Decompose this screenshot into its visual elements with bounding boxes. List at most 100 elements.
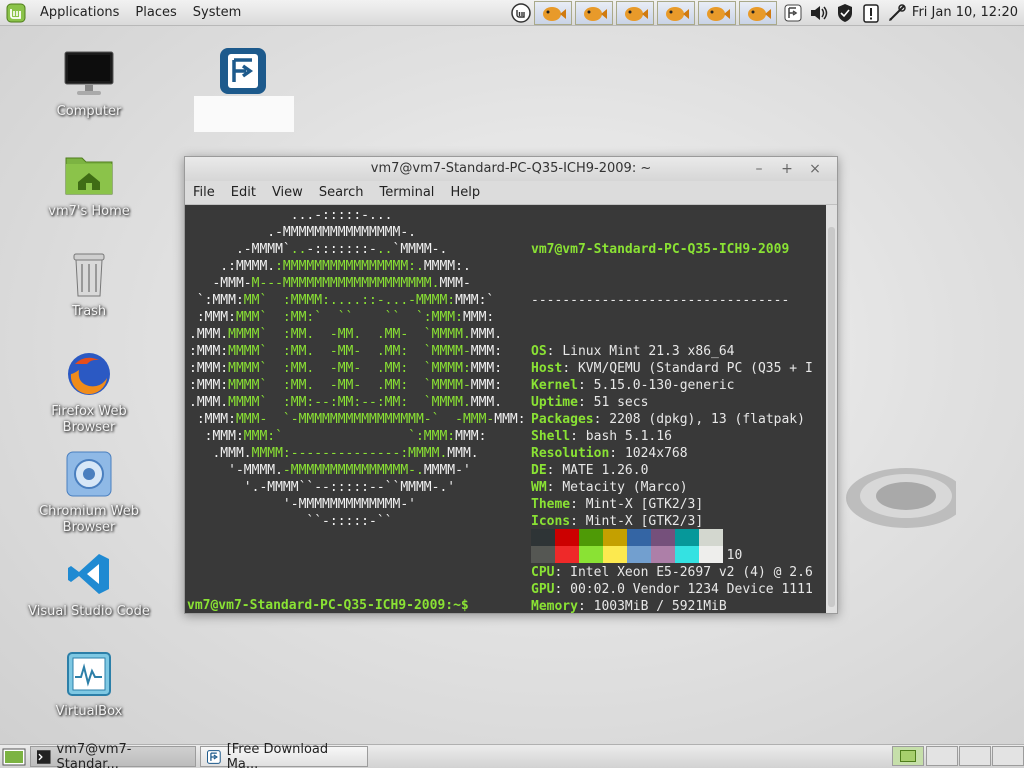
- desktop-icon-computer[interactable]: Computer: [24, 48, 154, 120]
- places-menu[interactable]: Places: [127, 0, 184, 26]
- desktop-icon-vscode[interactable]: Visual Studio Code: [24, 548, 154, 620]
- ascii-segment: MMMM` :MM. -MM- .MM: `MMMM-: [228, 378, 471, 393]
- terminal-window[interactable]: vm7@vm7-Standard-PC-Q35-ICH9-2009: ~ – +…: [184, 156, 838, 614]
- ascii-segment: .-MMMM`: [189, 242, 291, 257]
- network-icon[interactable]: [886, 2, 908, 24]
- desktop-icon-free-download-manager[interactable]: [194, 46, 294, 132]
- info-line: Theme: Mint-X [GTK2/3]: [531, 497, 704, 512]
- ascii-line: .:MMMM.:MMMMMMMMMMMMMMMM:.MMMM:.: [189, 258, 526, 275]
- fish-icon[interactable]: [575, 1, 613, 25]
- fish-icon[interactable]: [616, 1, 654, 25]
- maximize-button[interactable]: +: [773, 157, 801, 181]
- desktop-icon-virtualbox[interactable]: VirtualBox: [24, 648, 154, 720]
- terminal-icon: [37, 749, 51, 764]
- window-title: vm7@vm7-Standard-PC-Q35-ICH9-2009: ~: [370, 161, 652, 176]
- update-notice-icon[interactable]: [860, 2, 882, 24]
- ascii-line: .MMM.MMMM` :MM. -MM. .MM- `MMMM.MMM.: [189, 326, 526, 343]
- info-value: Mint-X [GTK2/3]: [585, 514, 704, 529]
- mint-logo-icon[interactable]: [6, 3, 26, 23]
- info-key: CPU: [531, 565, 555, 580]
- download-manager-icon[interactable]: [782, 2, 804, 24]
- desktop-icon-firefox[interactable]: Firefox Web Browser: [24, 348, 154, 436]
- download-manager-icon: [207, 749, 221, 764]
- menu-edit[interactable]: Edit: [223, 181, 264, 204]
- ascii-segment: `MMMM-.: [392, 242, 448, 257]
- menu-terminal[interactable]: Terminal: [371, 181, 442, 204]
- fish-icon[interactable]: [698, 1, 736, 25]
- info-value: KVM/QEMU (Standard PC (Q35 + I: [577, 361, 813, 376]
- ascii-segment: M---MMMMMMMMMMMMMMMMMMM.: [251, 276, 440, 291]
- home-folder-icon: [63, 148, 115, 200]
- applications-menu[interactable]: Applications: [32, 0, 127, 26]
- ascii-segment: .MMM.: [189, 395, 229, 410]
- info-line: DE: MATE 1.26.0: [531, 463, 649, 478]
- ascii-segment: :MMM:: [189, 310, 236, 325]
- info-key: WM: [531, 480, 547, 495]
- volume-icon[interactable]: [808, 2, 830, 24]
- ascii-line: :MMM:MMM- `-MMMMMMMMMMMMMMMM-` -MMM-MMM:: [189, 411, 526, 428]
- ascii-segment: MMMM:.: [423, 259, 471, 274]
- info-value: 00:02.0 Vendor 1234 Device 1111: [570, 582, 813, 597]
- taskbar-item-terminal[interactable]: vm7@vm7-Standar...: [30, 742, 196, 768]
- menu-file[interactable]: File: [185, 181, 223, 204]
- top-panel: Applications Places System Fri Jan 10, 1…: [0, 0, 1024, 26]
- palette-swatch: [603, 529, 627, 546]
- ascii-segment: MMM` :MM:` `` `` `:MMM:: [235, 310, 463, 325]
- taskbar-item-download-manager[interactable]: [Free Download Ma...: [200, 742, 368, 768]
- ascii-segment: ...-:::::-...: [189, 208, 393, 223]
- ascii-segment: ..: [376, 242, 393, 257]
- clock[interactable]: Fri Jan 10, 12:20: [912, 0, 1018, 26]
- workspace-2[interactable]: [926, 746, 958, 766]
- desktop-icon-trash[interactable]: Trash: [24, 248, 154, 320]
- show-desktop-icon[interactable]: [2, 748, 26, 766]
- ascii-segment: MMM:: [494, 412, 526, 427]
- info-line: Memory: 1003MiB / 5921MiB: [531, 599, 727, 613]
- info-key: Resolution: [531, 446, 610, 461]
- fish-icon[interactable]: [739, 1, 777, 25]
- workspace-4[interactable]: [992, 746, 1024, 766]
- fish-icon[interactable]: [657, 1, 695, 25]
- info-line: CPU: Intel Xeon E5-2697 v2 (4) @ 2.6: [531, 565, 813, 580]
- info-line: Uptime: 51 secs: [531, 395, 649, 410]
- system-menu[interactable]: System: [185, 0, 249, 26]
- ascii-segment: .MMM.: [189, 327, 229, 342]
- info-value: Mint-X [GTK2/3]: [585, 497, 704, 512]
- workspace-1[interactable]: [892, 746, 924, 766]
- ascii-line: ``-:::::-``: [189, 513, 526, 530]
- ascii-line: `:MMM:MM` :MMMM:....::-...-MMMM:MMM:`: [189, 292, 526, 309]
- fish-icon[interactable]: [534, 1, 572, 25]
- virtualbox-icon: [63, 648, 115, 700]
- menu-help[interactable]: Help: [442, 181, 488, 204]
- desktop-icon-home[interactable]: vm7's Home: [24, 148, 154, 220]
- workspace-3[interactable]: [959, 746, 991, 766]
- info-value: bash 5.1.16: [585, 429, 672, 444]
- desktop-icon-label: VirtualBox: [55, 704, 123, 719]
- menu-view[interactable]: View: [264, 181, 311, 204]
- shield-icon[interactable]: [834, 2, 856, 24]
- minimize-button[interactable]: –: [745, 157, 773, 181]
- ascii-segment: MMM:: [462, 310, 495, 325]
- palette-swatch: [699, 546, 723, 563]
- shell-prompt[interactable]: vm7@vm7-Standard-PC-Q35-ICH9-2009:~$: [187, 597, 469, 613]
- terminal-output[interactable]: ...-:::::-... .-MMMMMMMMMMMMMMM-. .-MMMM…: [185, 205, 827, 613]
- color-palette: [531, 529, 723, 563]
- desktop-icon-label: Firefox Web Browser: [51, 404, 127, 435]
- close-button[interactable]: ×: [801, 157, 829, 181]
- taskbar-item-label: [Free Download Ma...: [226, 741, 329, 768]
- mint-menu-icon[interactable]: [510, 2, 532, 24]
- ascii-segment: -:::::::-: [306, 242, 377, 257]
- ascii-line: -MMM-M---MMMMMMMMMMMMMMMMMMM.MMM-: [189, 275, 526, 292]
- wallpaper-logo: [846, 468, 956, 528]
- info-line: Icons: Mint-X [GTK2/3]: [531, 514, 704, 529]
- ascii-segment: MMMM` :MM. -MM. .MM- `MMMM.: [228, 327, 471, 342]
- scrollbar-thumb[interactable]: [828, 227, 835, 607]
- palette-swatch: [579, 546, 603, 563]
- info-key: Host: [531, 361, 563, 376]
- ascii-segment: :MMM:: [189, 361, 229, 376]
- terminal-titlebar[interactable]: vm7@vm7-Standard-PC-Q35-ICH9-2009: ~ – +…: [185, 157, 837, 181]
- desktop-icon-chromium[interactable]: Chromium Web Browser: [24, 448, 154, 536]
- ascii-segment: MMMM:--------------:MMMM.: [251, 446, 448, 461]
- menu-search[interactable]: Search: [311, 181, 372, 204]
- taskbar-item-label: vm7@vm7-Standar...: [56, 741, 132, 768]
- terminal-scrollbar[interactable]: [826, 205, 837, 613]
